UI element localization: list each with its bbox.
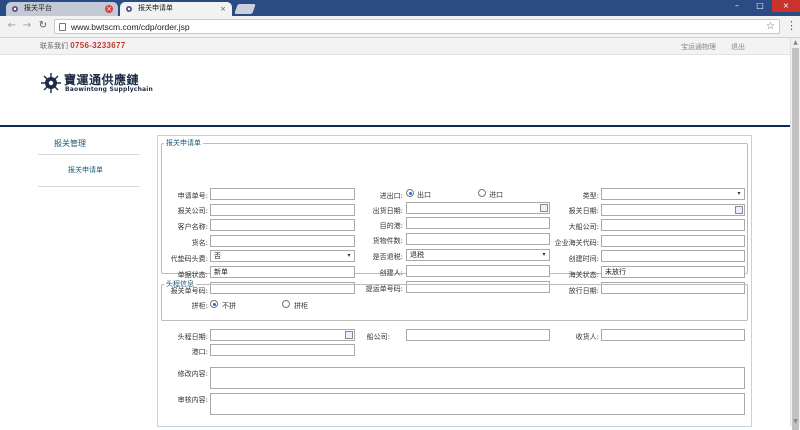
label-goods-name: 货名: — [191, 239, 208, 247]
contact-info: 联系我们 0756-3233677 — [40, 41, 125, 51]
scroll-thumb[interactable] — [792, 48, 799, 430]
label-customs-date: 报关日期: — [568, 207, 599, 215]
label-first-leg-date: 头程日期: — [177, 333, 208, 341]
tab-close-icon[interactable]: × — [105, 5, 113, 13]
favicon-gear-icon — [126, 6, 132, 12]
agent-header-select[interactable]: 否 ▾ — [210, 250, 355, 262]
calendar-icon[interactable] — [735, 206, 743, 214]
page-info-icon[interactable] — [59, 23, 66, 31]
label-creator: 创建人: — [379, 269, 403, 277]
header-divider — [0, 125, 790, 127]
reload-icon[interactable]: ↻ — [37, 20, 49, 32]
radio-import-label: 进口 — [489, 191, 503, 199]
label-vessel-company: 大船公司: — [568, 223, 599, 231]
label-consignee: 收货人: — [575, 333, 599, 341]
section-title: 头程信息 — [166, 280, 194, 288]
goods-name-input[interactable] — [210, 235, 355, 247]
customs-date-input[interactable] — [601, 204, 745, 216]
label-review-content: 审核内容: — [177, 396, 208, 404]
logo-english-name: Baowintong Supplychain — [65, 86, 154, 93]
label-goods-pieces: 货物件数: — [372, 237, 403, 245]
window-close-icon[interactable]: × — [772, 0, 800, 12]
scroll-up-icon[interactable]: ▲ — [791, 38, 800, 47]
creator-input[interactable] — [406, 265, 550, 277]
top-link-assistant[interactable]: 宝运通物理 — [681, 42, 716, 52]
side-navigation: 报关管理 报关申请单 — [38, 135, 140, 187]
section-first-leg: 头程信息 — [161, 279, 748, 321]
url-text: www.bwtscm.com/cdp/order.jsp — [71, 22, 190, 32]
ship-company-input[interactable] — [406, 329, 550, 341]
tab-label: 报关平台 — [24, 4, 52, 12]
logout-link[interactable]: 退出 — [731, 42, 745, 52]
label-order-no: 申请单号: — [177, 192, 208, 200]
radio-import[interactable] — [478, 189, 486, 197]
label-customer-name: 客户名称: — [177, 223, 208, 231]
customs-status-input[interactable]: 未放行 — [601, 266, 745, 278]
label-modify-content: 修改内容: — [177, 370, 208, 378]
new-tab-button[interactable] — [234, 4, 256, 14]
nav-header-customs-management[interactable]: 报关管理 — [38, 135, 140, 155]
browser-toolbar: ← → ↻ www.bwtscm.com/cdp/order.jsp ☆ ⋮ — [0, 16, 800, 38]
label-ship-date: 出货日期: — [372, 207, 403, 215]
modify-content-textarea[interactable] — [210, 367, 745, 389]
type-select[interactable]: ▾ — [601, 188, 745, 200]
radio-export[interactable] — [406, 189, 414, 197]
label-customs-company: 报关公司: — [177, 207, 208, 215]
label-tax-refund: 是否退税: — [372, 253, 403, 261]
bookmark-star-icon[interactable]: ☆ — [766, 20, 775, 33]
forward-arrow-icon[interactable]: → — [21, 20, 33, 32]
vessel-company-input[interactable] — [601, 219, 745, 231]
tab-label: 报关申请单 — [138, 4, 173, 12]
goods-pieces-input[interactable] — [406, 233, 550, 245]
favicon-gear-icon — [12, 6, 18, 12]
tab-customs-order[interactable]: 报关申请单 × — [120, 2, 232, 16]
port-input[interactable] — [210, 344, 355, 356]
tab-customs-platform[interactable]: 报关平台 × — [6, 2, 118, 16]
contact-label: 联系我们 — [40, 42, 68, 50]
label-destination-port: 目的港: — [379, 222, 403, 230]
destination-port-input[interactable] — [406, 217, 550, 229]
tab-close-icon[interactable]: × — [219, 5, 227, 13]
company-logo: 寶運通供應鏈 Baowintong Supplychain — [40, 70, 160, 96]
minimize-icon[interactable]: – — [726, 0, 748, 12]
nav-item-customs-order[interactable]: 报关申请单 — [38, 155, 140, 187]
ship-date-input[interactable] — [406, 202, 550, 214]
form-panel: 报关申请单 申请单号: 进出口: 出口 进口 类型: ▾ 报关公司: 出货日期:… — [157, 135, 752, 427]
label-ship-company: 船公司: — [366, 333, 390, 341]
label-agent-header: 代垫码头费: — [170, 255, 208, 263]
label-enterprise-code: 企业海关代码: — [554, 239, 599, 247]
enterprise-code-input[interactable] — [601, 235, 745, 247]
customs-company-input[interactable] — [210, 204, 355, 216]
chevron-down-icon: ▾ — [737, 190, 741, 197]
address-bar[interactable]: www.bwtscm.com/cdp/order.jsp ☆ — [54, 19, 780, 34]
page-content: 联系我们 0756-3233677 宝运通物理 退出 寶運通供應鏈 Baowin… — [0, 38, 790, 427]
section-title: 报关申请单 — [166, 139, 201, 147]
label-type: 类型: — [582, 192, 599, 200]
ship-wheel-logo-icon — [41, 73, 61, 93]
label-created-time: 创建时间: — [568, 255, 599, 263]
review-content-textarea[interactable] — [210, 393, 745, 415]
browser-tab-strip: 报关平台 × 报关申请单 × – □ × — [0, 0, 800, 16]
customer-name-input[interactable] — [210, 219, 355, 231]
tax-refund-select[interactable]: 退税 ▾ — [406, 249, 550, 261]
scroll-down-icon[interactable]: ▼ — [791, 417, 800, 426]
browser-menu-icon[interactable]: ⋮ — [786, 20, 797, 32]
consignee-input[interactable] — [601, 329, 745, 341]
site-topbar: 联系我们 0756-3233677 宝运通物理 退出 — [0, 38, 790, 55]
phone-number: 0756-3233677 — [70, 41, 126, 50]
label-direction: 进出口: — [379, 192, 403, 200]
doc-status-input[interactable]: 新单 — [210, 266, 355, 278]
maximize-icon[interactable]: □ — [749, 0, 771, 12]
page-scrollbar[interactable]: ▲ ▼ — [790, 38, 800, 430]
order-no-input[interactable] — [210, 188, 355, 200]
back-arrow-icon[interactable]: ← — [6, 20, 18, 32]
label-port: 港口: — [191, 348, 208, 356]
radio-export-label: 出口 — [417, 191, 431, 199]
created-time-input[interactable] — [601, 250, 745, 262]
